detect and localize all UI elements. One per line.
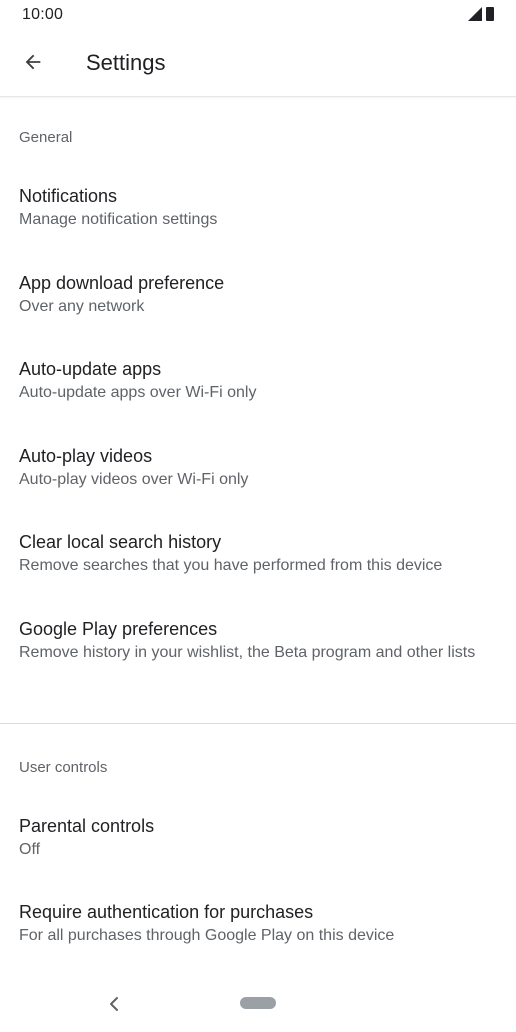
home-pill-icon[interactable] bbox=[240, 997, 276, 1009]
section-divider bbox=[0, 723, 516, 724]
section-header-general: General bbox=[19, 129, 73, 146]
item-subtitle: Manage notification settings bbox=[19, 211, 218, 228]
item-title: Notifications bbox=[19, 186, 118, 206]
battery-icon bbox=[486, 7, 494, 21]
setting-item-app-download-preference[interactable]: App download preference Over any network bbox=[0, 273, 516, 333]
status-bar: 10:00 bbox=[0, 0, 516, 30]
setting-item-google-play-preferences[interactable]: Google Play preferences Remove history i… bbox=[0, 619, 516, 699]
status-icons bbox=[468, 7, 494, 21]
setting-item-parental-controls[interactable]: Parental controls Off bbox=[0, 816, 516, 876]
screen: 10:00 Settings General Notifications Man… bbox=[0, 0, 516, 1032]
item-title: App download preference bbox=[19, 273, 225, 293]
arrow-left-icon bbox=[25, 54, 41, 70]
signal-icon bbox=[468, 7, 482, 21]
chevron-left-icon bbox=[110, 997, 118, 1011]
system-nav-bar bbox=[0, 984, 516, 1032]
item-title: Clear local search history bbox=[19, 532, 222, 552]
setting-item-auto-play-videos[interactable]: Auto-play videos Auto-play videos over W… bbox=[0, 446, 516, 506]
section-header-user-controls: User controls bbox=[19, 759, 108, 776]
setting-item-auto-update-apps[interactable]: Auto-update apps Auto-update apps over W… bbox=[0, 359, 516, 419]
back-button[interactable] bbox=[14, 43, 52, 81]
page-title: Settings bbox=[86, 50, 166, 75]
item-title: Require authentication for purchases bbox=[19, 902, 314, 922]
item-title: Auto-play videos bbox=[19, 446, 153, 466]
item-subtitle: Over any network bbox=[19, 298, 145, 315]
nav-back-button[interactable] bbox=[106, 994, 122, 1014]
item-title: Parental controls bbox=[19, 816, 155, 836]
item-title: Auto-update apps bbox=[19, 359, 162, 379]
item-subtitle: Off bbox=[19, 841, 41, 858]
item-subtitle: Auto-update apps over Wi-Fi only bbox=[19, 384, 257, 401]
item-title: Google Play preferences bbox=[19, 619, 218, 639]
item-subtitle: Remove history in your wishlist, the Bet… bbox=[19, 644, 476, 661]
item-subtitle: For all purchases through Google Play on… bbox=[19, 927, 395, 944]
setting-item-require-authentication[interactable]: Require authentication for purchases For… bbox=[0, 902, 516, 962]
item-subtitle: Remove searches that you have performed … bbox=[19, 557, 443, 574]
item-subtitle: Auto-play videos over Wi-Fi only bbox=[19, 471, 249, 488]
status-time: 10:00 bbox=[22, 6, 64, 23]
setting-item-clear-search-history[interactable]: Clear local search history Remove search… bbox=[0, 532, 516, 592]
setting-item-notifications[interactable]: Notifications Manage notification settin… bbox=[0, 186, 516, 246]
app-bar: Settings bbox=[0, 30, 516, 97]
